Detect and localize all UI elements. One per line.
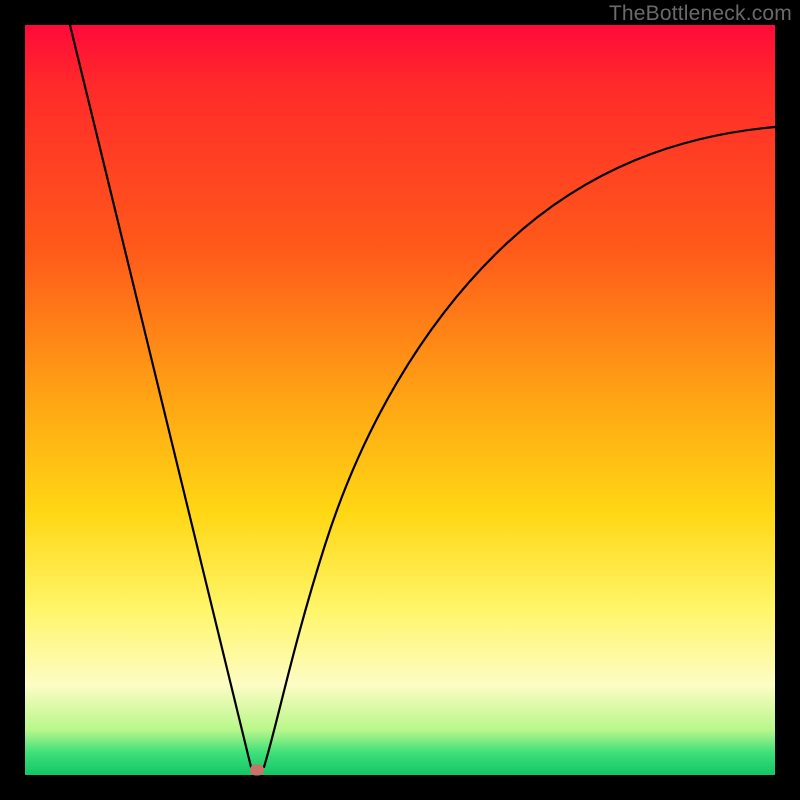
curve-right-branch: [264, 127, 775, 767]
trough-marker: [250, 765, 264, 776]
plot-area: [25, 25, 775, 775]
chart-frame: TheBottleneck.com: [0, 0, 800, 800]
curve-left-branch: [70, 25, 251, 767]
bottleneck-curve: [25, 25, 775, 775]
watermark-text: TheBottleneck.com: [609, 2, 792, 26]
